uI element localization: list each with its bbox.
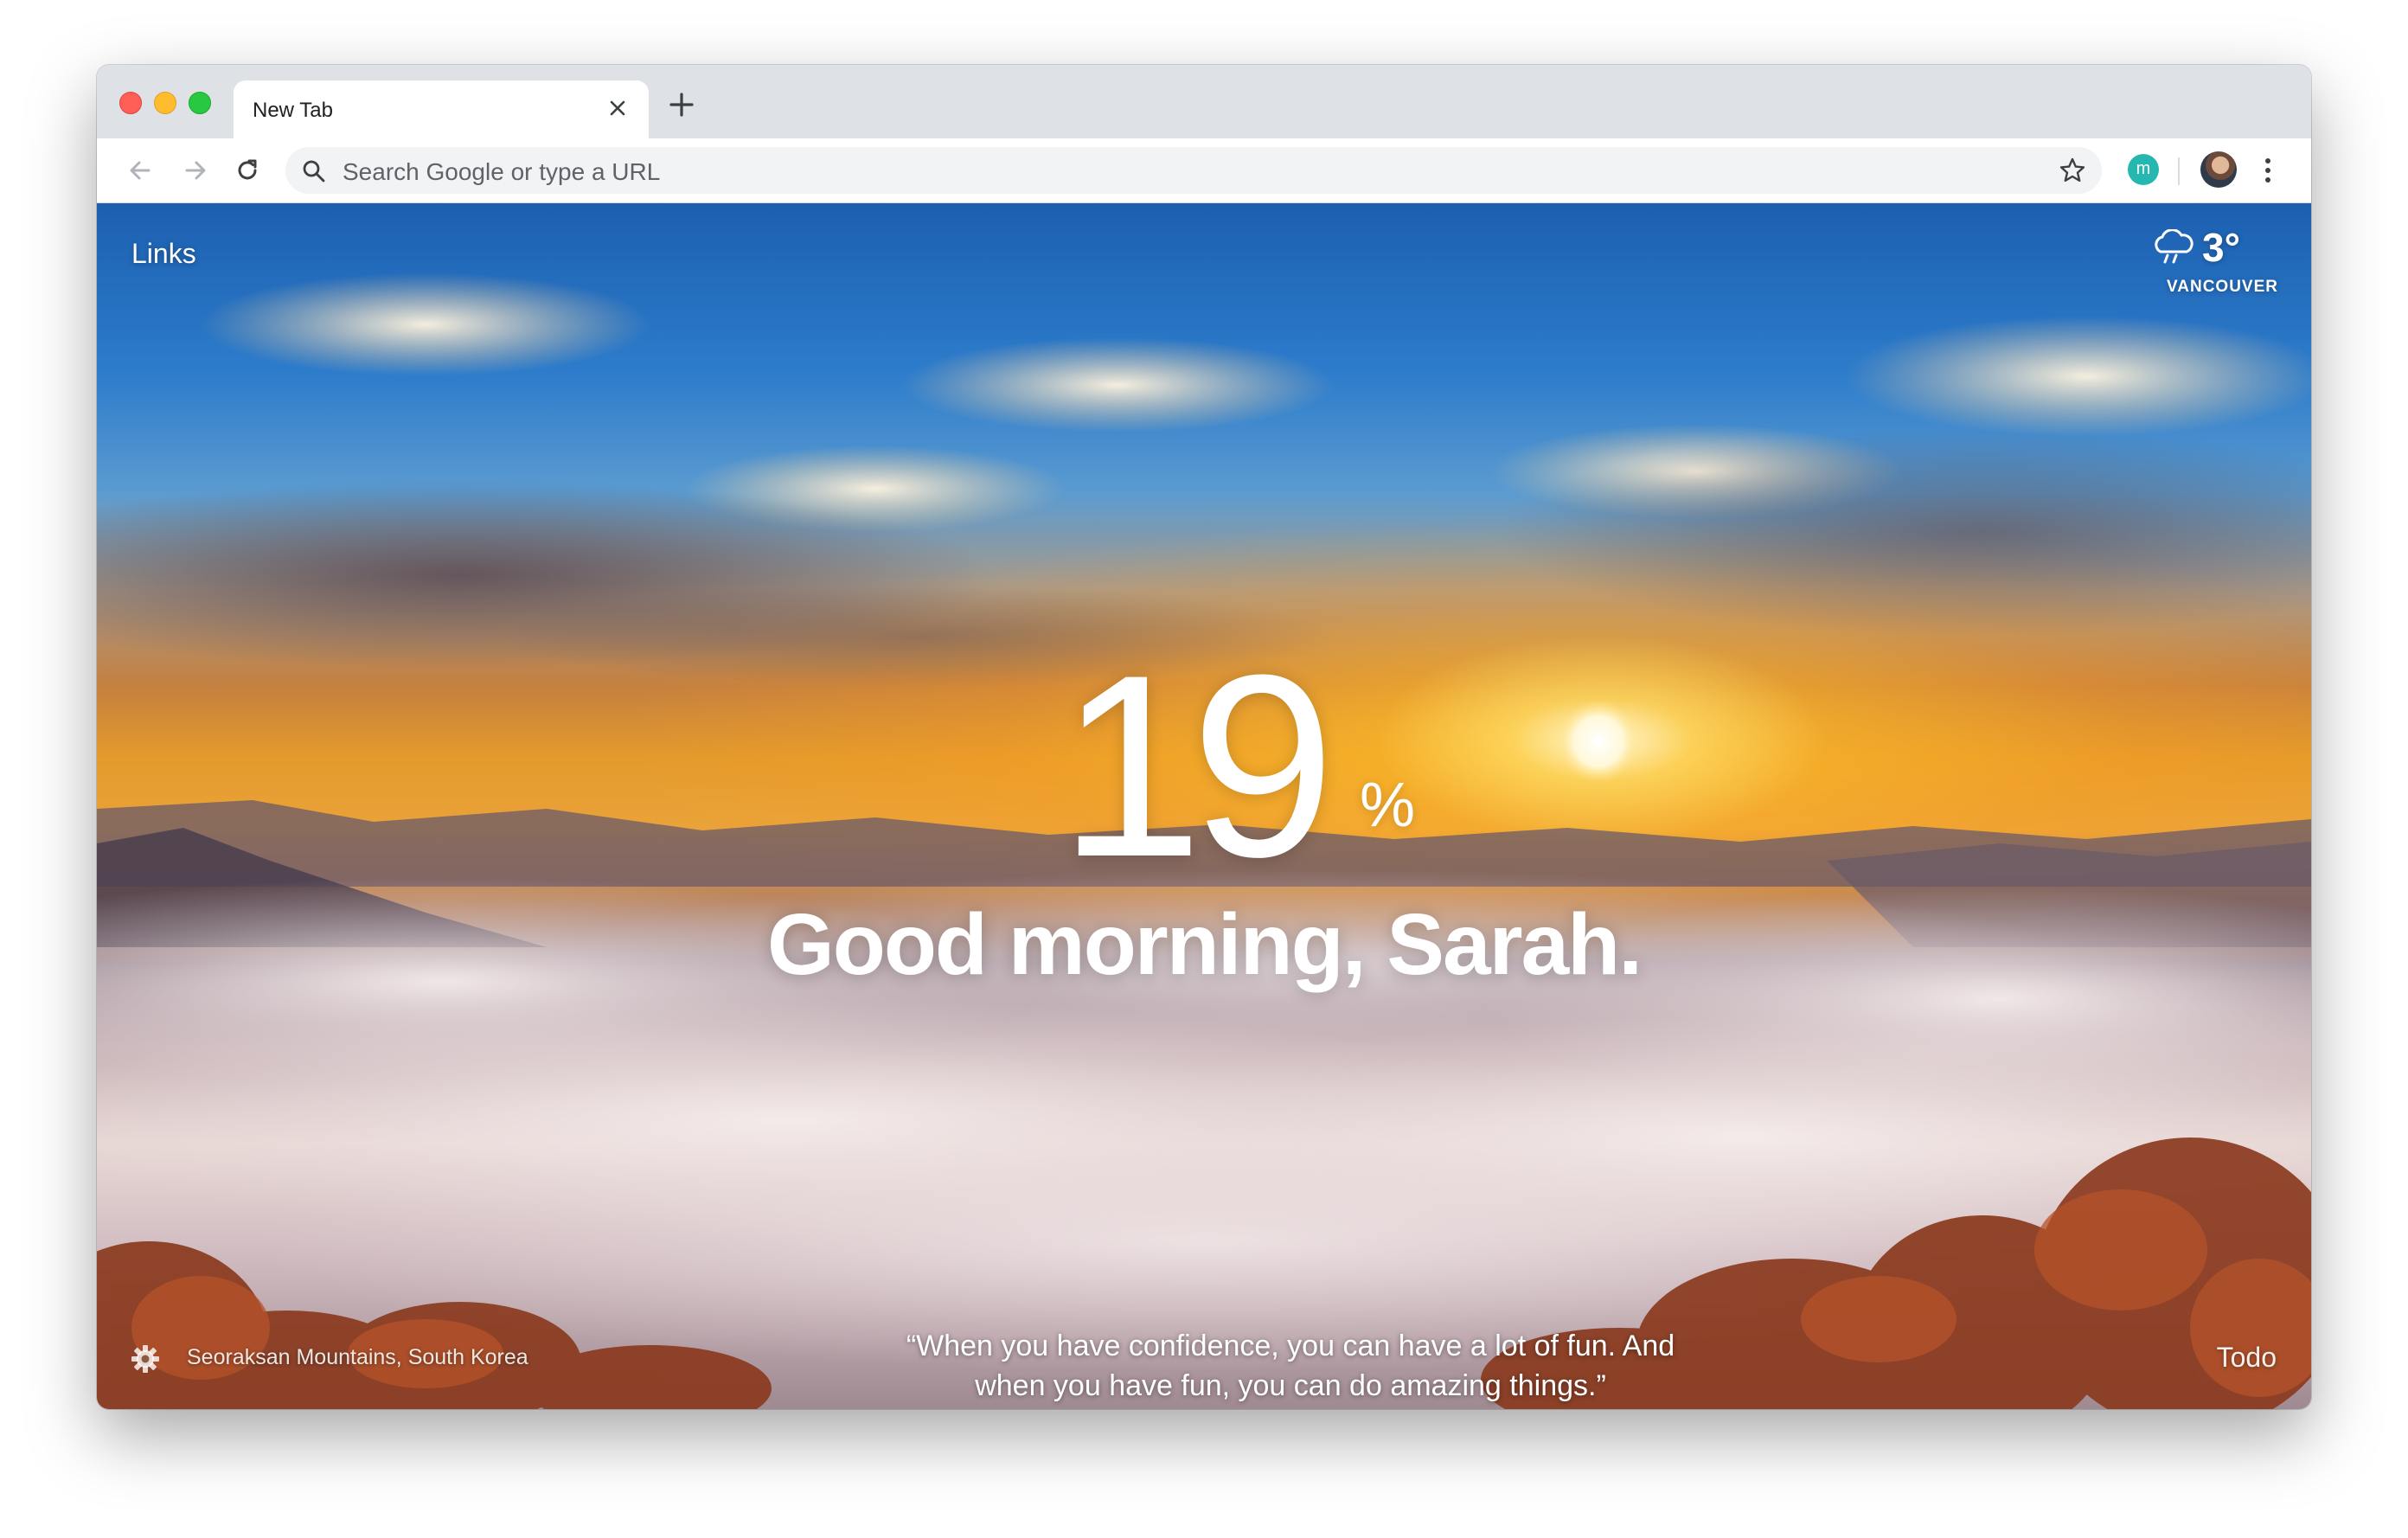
quote[interactable]: “When you have confidence, you can have …: [815, 1326, 1766, 1406]
greeting: Good morning, Sarah.: [766, 896, 1643, 993]
quote-line-1: “When you have confidence, you can have …: [906, 1330, 1675, 1362]
photo-credit[interactable]: Seoraksan Mountains, South Korea: [187, 1345, 528, 1370]
focus-number: 19: [1059, 620, 1335, 911]
tab-new-tab[interactable]: New Tab: [234, 80, 649, 138]
more-vert-icon[interactable]: [2258, 153, 2278, 188]
tab-title: New Tab: [253, 99, 333, 122]
profile-avatar[interactable]: [2200, 151, 2237, 188]
new-tab-button[interactable]: [663, 86, 701, 124]
reload-icon: [238, 159, 257, 180]
forward-button[interactable]: [176, 151, 215, 189]
address-bar[interactable]: Search Google or type a URL: [285, 147, 2102, 194]
browser-window: New Tab Search Google or type a URL m Li…: [97, 65, 2311, 1409]
weather-temperature: 3°: [2202, 225, 2240, 270]
tab-strip: New Tab: [97, 65, 2311, 138]
close-icon[interactable]: [602, 93, 633, 124]
cloud-rain-icon: [2155, 229, 2193, 264]
arrow-left-icon: [130, 161, 150, 180]
search-icon: [303, 160, 325, 183]
star-icon[interactable]: [2059, 157, 2086, 184]
toolbar: Search Google or type a URL m: [97, 138, 2311, 203]
focus-unit: %: [1360, 771, 1416, 840]
weather-location: VANCOUVER: [2167, 278, 2278, 296]
back-button[interactable]: [121, 151, 159, 189]
quote-line-2: when you have fun, you can do amazing th…: [975, 1369, 1606, 1402]
momentum-dashboard: Links 3° VANCOUVER 19 % Good morning, Sa…: [97, 203, 2311, 1409]
todo-button[interactable]: Todo: [2217, 1342, 2277, 1374]
toolbar-divider: [2178, 157, 2180, 185]
extension-icon[interactable]: m: [2128, 154, 2159, 185]
address-bar-placeholder: Search Google or type a URL: [343, 158, 661, 185]
links-button[interactable]: Links: [131, 238, 196, 270]
weather-widget[interactable]: 3° VANCOUVER: [2140, 222, 2278, 300]
maximize-window-button[interactable]: [189, 92, 211, 114]
gear-icon[interactable]: [130, 1343, 161, 1375]
arrow-right-icon: [185, 161, 206, 180]
minimize-window-button[interactable]: [154, 92, 176, 114]
reload-button[interactable]: [228, 151, 266, 189]
plus-icon: [669, 93, 694, 117]
close-window-button[interactable]: [119, 92, 142, 114]
